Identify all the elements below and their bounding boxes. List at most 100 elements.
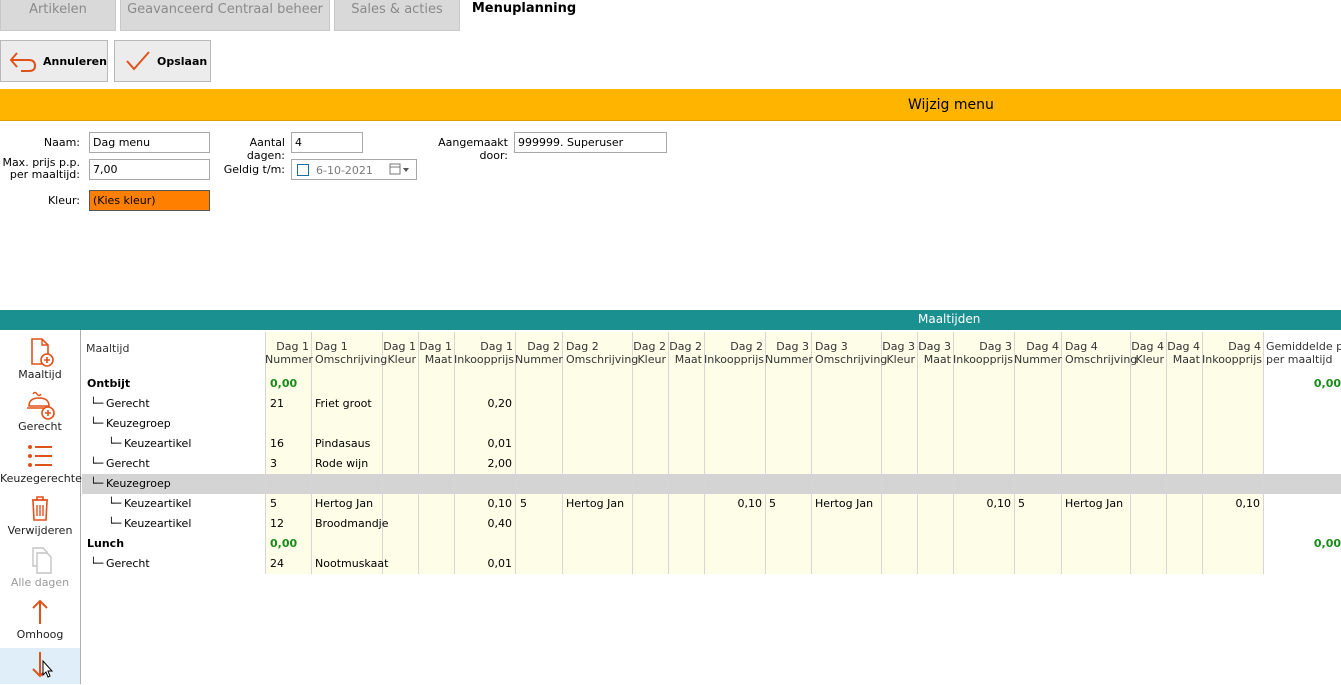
header-l2: Inkoopprijs xyxy=(1202,353,1262,366)
table-row[interactable]: └─ Keuzeartikel 12 Broodmandje 0,40 xyxy=(82,514,1341,534)
header-dag3-kleur[interactable]: Dag 3 Kleur xyxy=(881,340,915,366)
header-l1: Dag 4 xyxy=(1228,340,1261,353)
max-prijs-label: Max. prijs p.p. per maaltijd: xyxy=(0,157,80,181)
document-add-icon xyxy=(22,336,58,368)
header-l1: Dag 2 xyxy=(566,340,599,353)
geldig-tm-datepicker[interactable]: 6-10-2021 xyxy=(291,159,417,180)
table-row-lunch[interactable]: Lunch 0,00 0,00 xyxy=(82,534,1341,554)
row-label: Gerecht xyxy=(106,397,150,410)
calendar-dropdown-icon[interactable] xyxy=(389,163,411,180)
header-maaltijd[interactable]: Maaltijd xyxy=(86,342,129,355)
avg-price: 0,00 xyxy=(1313,377,1341,390)
header-dag1-inkoopprijs[interactable]: Dag 1 Inkoopprijs xyxy=(454,340,514,366)
header-dag4-nummer[interactable]: Dag 4 Nummer xyxy=(1014,340,1062,366)
move-up-button[interactable]: Omhoog xyxy=(0,596,80,648)
kleur-picker[interactable]: (Kies kleur) xyxy=(89,190,210,211)
header-dag3-omschrijving[interactable]: Dag 3 Omschrijving xyxy=(815,340,887,366)
aantal-dagen-label: Aantal dagen: xyxy=(246,136,285,162)
aantal-dagen-input[interactable]: 4 xyxy=(291,132,363,153)
table-row[interactable]: └─ Keuzeartikel 16 Pindasaus 0,01 xyxy=(82,434,1341,454)
header-l1: Dag 4 xyxy=(1026,340,1059,353)
alle-dagen-button[interactable]: Alle dagen xyxy=(0,544,80,596)
keuzegerechten-button[interactable]: Keuzegerechten xyxy=(0,440,89,492)
dish-add-icon xyxy=(22,388,58,420)
table-row[interactable]: └─ Gerecht 21 Friet groot 0,20 xyxy=(82,394,1341,414)
undo-arrow-icon xyxy=(7,46,39,76)
row-label: Keuzegroep xyxy=(106,477,171,490)
table-row-selected[interactable]: └─ Keuzegroep xyxy=(82,474,1341,494)
dag1-inkoopprijs: 0,10 xyxy=(487,497,513,510)
header-dag1-maat[interactable]: Dag 1 Maat xyxy=(418,340,452,366)
header-l1: Dag 3 xyxy=(979,340,1012,353)
checkmark-icon xyxy=(121,46,153,76)
tab-artikelen[interactable]: Artikelen xyxy=(0,0,116,31)
dag1-total: 0,00 xyxy=(270,377,298,390)
header-dag4-inkoopprijs[interactable]: Dag 4 Inkoopprijs xyxy=(1202,340,1262,366)
add-gerecht-button[interactable]: Gerecht xyxy=(0,388,80,440)
table-row[interactable]: └─ Keuzegroep xyxy=(82,414,1341,434)
header-dag2-omschrijving[interactable]: Dag 2 Omschrijving xyxy=(566,340,638,366)
header-l1: Dag 4 xyxy=(1167,340,1200,353)
aangemaakt-door-input: 999999. Superuser xyxy=(514,132,667,153)
header-dag3-maat[interactable]: Dag 3 Maat xyxy=(917,340,951,366)
tree-connector: └─ xyxy=(108,497,122,510)
table-row[interactable]: └─ Keuzeartikel 5 Hertog Jan 0,10 5 Hert… xyxy=(82,494,1341,514)
header-dag4-kleur[interactable]: Dag 4 Kleur xyxy=(1130,340,1164,366)
header-l2: Maat xyxy=(923,353,951,366)
table-row-ontbijt[interactable]: Ontbijt 0,00 0,00 xyxy=(82,374,1341,394)
dag1-nummer: 12 xyxy=(270,517,284,530)
tab-sales-acties[interactable]: Sales & acties xyxy=(334,0,460,31)
aangemaakt-door-label: Aangemaakt door: xyxy=(438,136,508,162)
dag2-inkoopprijs: 0,10 xyxy=(737,497,763,510)
header-dag3-inkoopprijs[interactable]: Dag 3 Inkoopprijs xyxy=(953,340,1013,366)
cancel-button[interactable]: Annuleren xyxy=(0,40,108,82)
move-up-label: Omhoog xyxy=(16,628,64,641)
header-dag4-omschrijving[interactable]: Dag 4 Omschrijving xyxy=(1065,340,1137,366)
maaltijden-grid: Maaltijd Dag 1 Nummer Dag 1 Omschrijving D… xyxy=(82,332,1341,684)
header-dag3-nummer[interactable]: Dag 3 Nummer xyxy=(765,340,813,366)
dag2-nummer: 5 xyxy=(520,497,527,510)
header-l1: Dag 3 xyxy=(882,340,915,353)
geldig-checkbox[interactable] xyxy=(297,164,309,176)
add-maaltijd-button[interactable]: Maaltijd xyxy=(0,336,80,388)
naam-input[interactable]: Dag menu xyxy=(89,132,210,153)
header-dag2-maat[interactable]: Dag 2 Maat xyxy=(668,340,702,366)
geldig-tm-label: Geldig t/m: xyxy=(223,163,285,176)
side-toolbar: Maaltijd Gerecht Keuzegerechten Verwijde… xyxy=(0,330,89,684)
header-l2: Kleur xyxy=(387,353,416,366)
header-l2: Omschrijving xyxy=(315,353,388,366)
dag1-inkoopprijs: 0,01 xyxy=(487,437,513,450)
table-row[interactable]: └─ Gerecht 24 Nootmuskaat 0,01 xyxy=(82,554,1341,574)
table-row[interactable]: └─ Gerecht 3 Rode wijn 2,00 xyxy=(82,454,1341,474)
dag1-omschrijving: Hertog Jan xyxy=(315,497,374,510)
header-dag1-nummer[interactable]: Dag 1 Nummer xyxy=(265,340,313,366)
row-label: Keuzeartikel xyxy=(124,497,192,510)
tree-connector: └─ xyxy=(90,417,104,430)
header-l2: Nummer xyxy=(515,353,563,366)
header-dag1-kleur[interactable]: Dag 1 Kleur xyxy=(382,340,416,366)
arrow-up-icon xyxy=(22,596,58,628)
max-prijs-input[interactable]: 7,00 xyxy=(89,159,210,180)
header-l2: Omschrijving xyxy=(1065,353,1138,366)
delete-button[interactable]: Verwijderen xyxy=(0,492,80,544)
dag1-nummer: 24 xyxy=(270,557,284,570)
maaltijden-title: Maaltijden xyxy=(918,312,981,326)
header-dag2-inkoopprijs[interactable]: Dag 2 Inkoopprijs xyxy=(704,340,764,366)
header-dag4-maat[interactable]: Dag 4 Maat xyxy=(1166,340,1200,366)
tab-menuplanning[interactable]: Menuplanning xyxy=(464,0,584,31)
dag1-omschrijving: Rode wijn xyxy=(315,457,369,470)
header-l2: Inkoopprijs xyxy=(704,353,764,366)
tree-connector: └─ xyxy=(108,437,122,450)
header-dag2-kleur[interactable]: Dag 2 Kleur xyxy=(632,340,666,366)
header-l1: Dag 1 xyxy=(315,340,348,353)
header-gemiddelde-prijs[interactable]: Gemiddelde prijsper maaltijd xyxy=(1266,340,1341,366)
header-l2: Nummer xyxy=(1014,353,1062,366)
header-dag1-omschrijving[interactable]: Dag 1 Omschrijving xyxy=(315,340,387,366)
tree-connector: └─ xyxy=(90,557,104,570)
header-dag2-nummer[interactable]: Dag 2 Nummer xyxy=(515,340,563,366)
tab-geavanceerd-centraal-beheer[interactable]: Geavanceerd Centraal beheer xyxy=(120,0,330,31)
max-prijs-label-line2: per maaltijd: xyxy=(9,168,80,181)
kleur-label: Kleur: xyxy=(47,194,80,207)
save-button[interactable]: Opslaan xyxy=(114,40,211,82)
move-down-button[interactable] xyxy=(0,648,80,684)
